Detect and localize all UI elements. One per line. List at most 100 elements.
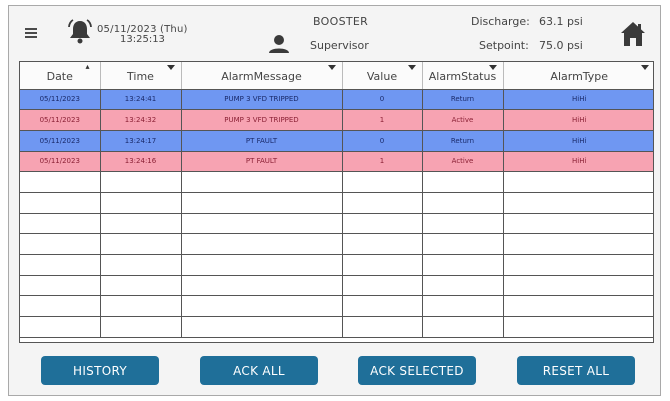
cell-time: 13:24:16 <box>100 151 182 173</box>
cell-empty <box>342 171 423 193</box>
col-header-time[interactable]: Time <box>100 62 182 90</box>
alarm-table: Date ▴ Time AlarmMessage Value AlarmStatu… <box>19 61 654 343</box>
table-row-empty[interactable] <box>20 295 653 318</box>
cell-empty <box>503 213 653 235</box>
cell-date: 05/11/2023 <box>20 89 101 111</box>
col-header-alarm-message[interactable]: AlarmMessage <box>181 62 343 90</box>
history-button[interactable]: HISTORY <box>41 356 159 385</box>
cell-empty <box>342 275 423 297</box>
menu-icon[interactable] <box>25 28 37 39</box>
cell-time: 13:24:32 <box>100 109 182 131</box>
cell-empty <box>100 192 182 214</box>
cell-empty <box>422 192 504 214</box>
discharge-value: 63.1 psi <box>539 15 583 28</box>
sort-down-icon <box>166 65 175 70</box>
cell-message: PUMP 3 VFD TRIPPED <box>181 109 343 131</box>
table-row-empty[interactable] <box>20 192 653 214</box>
cell-status: Active <box>422 109 504 131</box>
cell-value: 0 <box>342 130 423 152</box>
sort-down-icon <box>327 65 336 70</box>
table-row-empty[interactable] <box>20 171 653 193</box>
col-header-alarm-type[interactable]: AlarmType <box>503 62 653 90</box>
cell-empty <box>20 275 101 297</box>
table-row[interactable]: 05/11/2023 13:24:17 PT FAULT 0 Return HiHi <box>20 130 653 152</box>
table-row[interactable]: 05/11/2023 13:24:41 PUMP 3 VFD TRIPPED 0 Ret… <box>20 89 653 111</box>
table-row[interactable]: 05/11/2023 13:24:16 PT FAULT 1 Active HiHi <box>20 151 653 173</box>
cell-value: 1 <box>342 109 423 131</box>
cell-empty <box>503 254 653 276</box>
home-icon[interactable] <box>620 20 646 48</box>
cell-value: 0 <box>342 89 423 111</box>
cell-empty <box>503 295 653 318</box>
cell-empty <box>422 171 504 193</box>
cell-empty <box>100 171 182 193</box>
table-row-empty[interactable] <box>20 233 653 255</box>
cell-message: PT FAULT <box>181 130 343 152</box>
cell-empty <box>422 213 504 235</box>
cell-status: Active <box>422 151 504 173</box>
cell-message: PT FAULT <box>181 151 343 173</box>
cell-type: HiHi <box>503 109 653 131</box>
reset-all-button[interactable]: RESET ALL <box>517 356 635 385</box>
cell-empty <box>181 295 343 318</box>
setpoint-value: 75.0 psi <box>539 39 583 52</box>
cell-empty <box>342 316 423 338</box>
cell-empty <box>20 295 101 318</box>
col-header-date[interactable]: Date ▴ <box>20 62 101 90</box>
cell-empty <box>181 213 343 235</box>
cell-empty <box>342 295 423 318</box>
cell-empty <box>20 213 101 235</box>
cell-empty <box>100 275 182 297</box>
cell-empty <box>100 316 182 338</box>
table-row-empty[interactable] <box>20 254 653 276</box>
table-header-row: Date ▴ Time AlarmMessage Value AlarmStatu… <box>20 62 653 90</box>
discharge-label: Discharge: <box>471 15 530 28</box>
bell-icon <box>68 19 92 44</box>
cell-date: 05/11/2023 <box>20 130 101 152</box>
cell-empty <box>342 233 423 255</box>
cell-empty <box>503 275 653 297</box>
cell-empty <box>100 213 182 235</box>
cell-date: 05/11/2023 <box>20 151 101 173</box>
cell-date: 05/11/2023 <box>20 109 101 131</box>
cell-empty <box>100 295 182 318</box>
ack-selected-button[interactable]: ACK SELECTED <box>358 356 476 385</box>
cell-empty <box>422 316 504 338</box>
cell-empty <box>422 233 504 255</box>
cell-empty <box>503 233 653 255</box>
cell-empty <box>100 254 182 276</box>
sort-down-icon <box>407 65 416 70</box>
cell-value: 1 <box>342 151 423 173</box>
ack-all-button[interactable]: ACK ALL <box>200 356 318 385</box>
cell-empty <box>503 171 653 193</box>
table-row-empty[interactable] <box>20 213 653 235</box>
col-header-alarm-status[interactable]: AlarmStatus <box>422 62 504 90</box>
cell-time: 13:24:41 <box>100 89 182 111</box>
cell-empty <box>20 233 101 255</box>
cell-empty <box>342 213 423 235</box>
user-role: Supervisor <box>310 39 369 52</box>
table-row-empty[interactable] <box>20 316 653 338</box>
cell-type: HiHi <box>503 89 653 111</box>
cell-empty <box>422 275 504 297</box>
cell-empty <box>181 233 343 255</box>
sort-up-icon: ▴ <box>85 62 90 71</box>
col-header-value[interactable]: Value <box>342 62 423 90</box>
cell-empty <box>503 192 653 214</box>
cell-status: Return <box>422 130 504 152</box>
cell-empty <box>342 192 423 214</box>
cell-empty <box>422 295 504 318</box>
cell-empty <box>181 275 343 297</box>
cell-empty <box>20 192 101 214</box>
cell-empty <box>422 254 504 276</box>
cell-empty <box>181 171 343 193</box>
table-row[interactable]: 05/11/2023 13:24:32 PUMP 3 VFD TRIPPED 1 Act… <box>20 109 653 131</box>
cell-empty <box>503 316 653 338</box>
cell-empty <box>100 233 182 255</box>
cell-type: HiHi <box>503 130 653 152</box>
cell-empty <box>20 316 101 338</box>
cell-empty <box>342 254 423 276</box>
cell-status: Return <box>422 89 504 111</box>
table-row-empty[interactable] <box>20 275 653 297</box>
header-time: 13:25:13 <box>120 34 165 45</box>
